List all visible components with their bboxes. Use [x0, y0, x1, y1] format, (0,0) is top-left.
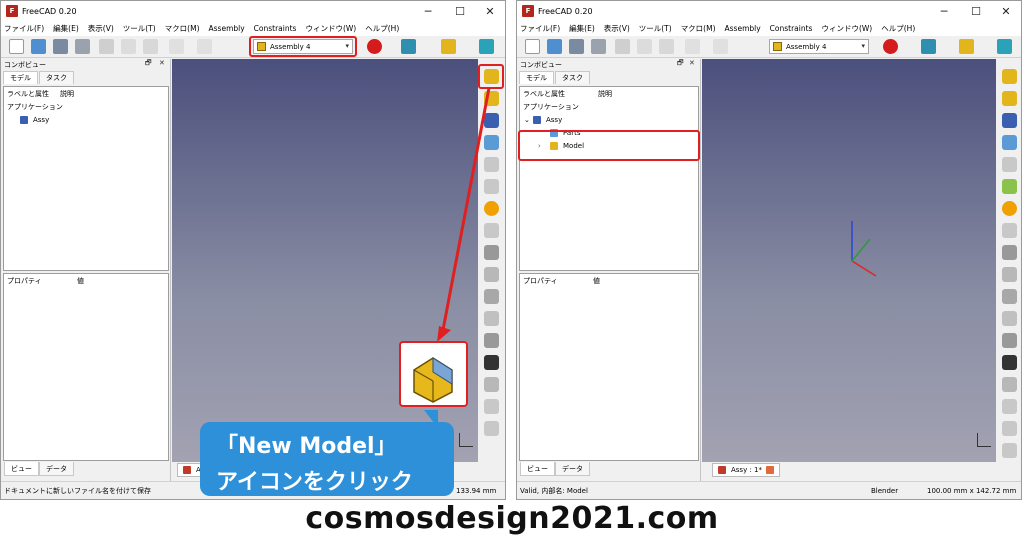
status-message: Valid, 内部名: Model [520, 487, 588, 495]
prop-col-property: プロパティ [523, 276, 558, 285]
chevron-down-icon[interactable]: ⌄ [524, 116, 533, 124]
title-bar: F FreeCAD 0.20 ─ ☐ ✕ [517, 1, 1021, 21]
shape-binder-icon[interactable] [1002, 289, 1017, 304]
combo-view: コンボビュー 🗗 ✕ モデル タスク ラベルと属性 説明 アプリケーション ⌄ … [517, 59, 701, 481]
solve-assembly-icon[interactable] [1002, 355, 1017, 370]
assembly-toolbar [996, 59, 1021, 462]
menu-edit[interactable]: 編集(E) [569, 23, 595, 34]
highlight-new-tree-items [518, 130, 700, 161]
document-tab-label: Assy : 1* [731, 466, 762, 474]
tree-col-label: ラベルと属性 [523, 89, 565, 98]
chevron-down-icon: ▾ [861, 42, 865, 50]
main-toolbar: Assembly 4 ▾ [517, 36, 1021, 58]
callout-line-2: アイコンをクリック [216, 470, 413, 495]
tree-item-assy[interactable]: ⌄ Assy [520, 113, 698, 126]
new-model-icon[interactable] [1002, 69, 1017, 84]
datum-axis-icon[interactable] [1002, 245, 1017, 260]
close-button[interactable]: ✕ [991, 1, 1021, 21]
new-sketch-icon[interactable] [1002, 179, 1017, 194]
assembly4-icon [773, 42, 782, 51]
tree-item-label: Assy [546, 115, 563, 124]
redo-icon[interactable] [713, 39, 728, 54]
new-document-icon[interactable] [525, 39, 540, 54]
explode-icon[interactable] [1002, 399, 1017, 414]
bom-icon[interactable] [1002, 443, 1017, 458]
open-icon[interactable] [547, 39, 562, 54]
new-body-icon[interactable] [1002, 91, 1017, 106]
menu-constraints[interactable]: Constraints [770, 24, 813, 33]
save-icon[interactable] [569, 39, 584, 54]
prop-col-value: 値 [593, 276, 600, 285]
menu-bar: ファイル(F) 編集(E) 表示(V) ツール(T) マクロ(M) Assemb… [517, 21, 1021, 36]
maximize-button[interactable]: ☐ [961, 1, 991, 21]
menu-file[interactable]: ファイル(F) [520, 23, 560, 34]
tab-data[interactable]: データ [555, 462, 590, 476]
navigation-style[interactable]: Blender [871, 487, 898, 495]
new-lcs-icon[interactable] [1002, 201, 1017, 216]
menu-assembly[interactable]: Assembly [725, 24, 761, 33]
new-group-icon[interactable] [1002, 135, 1017, 150]
minimize-button[interactable]: ─ [929, 1, 959, 21]
menu-tools[interactable]: ツール(T) [639, 23, 672, 34]
insert-link-icon[interactable] [1002, 157, 1017, 172]
new-part-icon-2[interactable] [1002, 113, 1017, 128]
combo-view-title: コンボビュー [520, 61, 562, 69]
pointer-arrowhead [437, 326, 451, 342]
freecad-doc-icon [718, 466, 726, 474]
tree-view: ラベルと属性 説明 アプリケーション ⌄ Assy Parts › Model [519, 86, 699, 271]
origin-axes [851, 221, 877, 277]
tab-tasks[interactable]: タスク [555, 71, 590, 84]
cut-icon[interactable] [615, 39, 630, 54]
axis-cross-icon [977, 433, 991, 447]
variables-icon[interactable] [1002, 421, 1017, 436]
undo-icon[interactable] [685, 39, 700, 54]
datum-point-icon[interactable] [1002, 223, 1017, 238]
copy-icon[interactable] [637, 39, 652, 54]
assembly-icon [533, 115, 541, 124]
y-axis [851, 238, 871, 262]
window-title: FreeCAD 0.20 [538, 6, 593, 16]
tree-col-desc: 説明 [598, 89, 612, 98]
float-icon[interactable]: 🗗 [677, 59, 684, 70]
save-as-icon[interactable] [591, 39, 606, 54]
instruction-callout: 「New Model」 アイコンをクリック [200, 422, 454, 496]
menu-window[interactable]: ウィンドウ(W) [821, 23, 872, 34]
status-bar: Valid, 内部名: Model Blender 100.00 mm x 14… [517, 481, 1021, 499]
mirror-icon[interactable] [1002, 377, 1017, 392]
property-tabs: ビュー データ [517, 462, 701, 476]
site-watermark: cosmosdesign2021.com [305, 501, 719, 536]
document-tab[interactable]: Assy : 1* [712, 463, 780, 477]
freecad-logo-icon: F [522, 5, 534, 17]
property-view: プロパティ 値 [519, 273, 699, 461]
std-view-icon[interactable] [921, 39, 936, 54]
callout-line-1: 「New Model」 [216, 434, 397, 459]
combo-view-header: コンボビュー 🗗 ✕ [517, 59, 700, 71]
std-part-icon[interactable] [997, 39, 1012, 54]
menu-macro[interactable]: マクロ(M) [681, 23, 716, 34]
tab-view[interactable]: ビュー [520, 462, 555, 476]
new-part-icon[interactable] [959, 39, 974, 54]
workbench-label: Assembly 4 [786, 42, 827, 51]
menu-help[interactable]: ヘルプ(H) [881, 23, 915, 34]
tab-model[interactable]: モデル [519, 71, 554, 84]
place-link-icon[interactable] [1002, 311, 1017, 326]
macro-record-icon[interactable] [883, 39, 898, 54]
paste-icon[interactable] [659, 39, 674, 54]
status-dimensions: 100.00 mm x 142.72 mm [927, 487, 1017, 495]
pointer-arrow-line [441, 87, 491, 331]
freecad-window-after: F FreeCAD 0.20 ─ ☐ ✕ ファイル(F) 編集(E) 表示(V)… [516, 0, 1022, 500]
menu-view[interactable]: 表示(V) [604, 23, 630, 34]
3d-viewport[interactable] [702, 59, 996, 462]
x-axis [851, 260, 877, 277]
close-panel-icon[interactable]: ✕ [689, 59, 695, 67]
datum-plane-icon[interactable] [1002, 267, 1017, 282]
close-tab-icon[interactable] [766, 466, 774, 474]
workbench-selector[interactable]: Assembly 4 ▾ [769, 39, 869, 54]
release-icon[interactable] [1002, 333, 1017, 348]
tree-root: アプリケーション [523, 102, 579, 111]
